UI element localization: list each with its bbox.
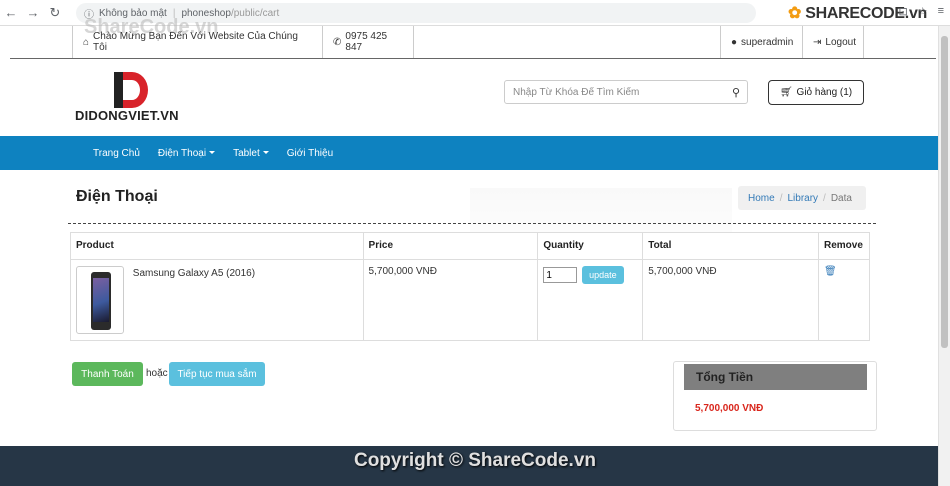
continue-shopping-button[interactable]: Tiếp tục mua sắm bbox=[169, 362, 265, 386]
search-icon[interactable]: ⚲ bbox=[725, 86, 747, 99]
order-total-panel: Tổng Tiền 5,700,000 VNĐ bbox=[673, 361, 877, 431]
remove-cell: 🗑︎ bbox=[817, 259, 871, 341]
top-info-bar: ⌂ Chào Mừng Bạn Đến Với Website Của Chún… bbox=[0, 26, 938, 58]
nav-item-about[interactable]: Giới Thiệu bbox=[278, 148, 342, 159]
column-header: Remove bbox=[817, 232, 871, 260]
leaf-icon: ✿ bbox=[788, 5, 806, 22]
main-navbar: Trang Chủ Điện Thoại Tablet Giới Thiệu bbox=[0, 136, 938, 170]
column-header: Price bbox=[362, 232, 539, 260]
cart-table: Product Price Quantity Total Remove Sams… bbox=[70, 232, 871, 341]
home-icon: ⌂ bbox=[83, 36, 90, 48]
divider bbox=[10, 58, 936, 59]
translate-icon[interactable]: ⊡ bbox=[898, 5, 907, 18]
logout-icon: ⇥ bbox=[813, 36, 822, 48]
star-icon[interactable]: ☆ bbox=[918, 5, 928, 18]
nav-label: Tablet bbox=[233, 147, 260, 159]
or-text: hoặc bbox=[146, 368, 168, 379]
url-path: /public/cart bbox=[230, 7, 280, 19]
caret-down-icon bbox=[262, 151, 269, 155]
cart-button[interactable]: 🛒︎ Giỏ hàng (1) bbox=[768, 80, 864, 105]
quantity-input[interactable] bbox=[543, 267, 578, 283]
nav-label: Trang Chủ bbox=[93, 147, 140, 159]
checkout-button[interactable]: Thanh Toán bbox=[72, 362, 143, 386]
forward-icon[interactable]: → bbox=[22, 5, 44, 20]
user-icon: ● bbox=[731, 36, 738, 48]
nav-item-phones[interactable]: Điện Thoại bbox=[149, 148, 224, 159]
logout-label: Logout bbox=[825, 36, 856, 48]
breadcrumb: Home / Library / Data bbox=[738, 186, 866, 210]
breadcrumb-data: Data bbox=[830, 192, 852, 204]
price-cell: 5,700,000 VNĐ bbox=[362, 259, 539, 341]
nav-item-tablet[interactable]: Tablet bbox=[224, 148, 278, 159]
table-header-row: Product Price Quantity Total Remove bbox=[70, 232, 871, 260]
breadcrumb-separator: / bbox=[779, 192, 783, 204]
welcome-text: Chào Mừng Bạn Đến Với Website Của Chúng … bbox=[93, 31, 298, 53]
logo-mark[interactable] bbox=[112, 72, 152, 108]
reload-icon[interactable]: ↻ bbox=[44, 5, 66, 21]
back-icon[interactable]: ← bbox=[0, 5, 22, 20]
phone-cell: ✆ 0975 425 847 bbox=[322, 26, 414, 58]
column-header: Quantity bbox=[537, 232, 644, 260]
cart-label: Giỏ hàng (1) bbox=[796, 87, 853, 98]
breadcrumb-library[interactable]: Library bbox=[787, 193, 818, 204]
total-cell: 5,700,000 VNĐ bbox=[642, 259, 819, 341]
total-heading: Tổng Tiền bbox=[684, 364, 867, 390]
phone-icon: ✆ bbox=[333, 36, 342, 48]
column-header: Total bbox=[642, 232, 819, 260]
nav-label: Điện Thoại bbox=[157, 147, 207, 159]
nav-item-home[interactable]: Trang Chủ bbox=[84, 148, 149, 159]
breadcrumb-separator: / bbox=[823, 192, 826, 204]
user-link[interactable]: ● superadmin bbox=[720, 26, 802, 58]
product-name[interactable]: Samsung Galaxy A5 (2016) bbox=[133, 268, 255, 279]
quantity-cell: update bbox=[537, 259, 644, 341]
logout-link[interactable]: ⇥ Logout bbox=[802, 26, 864, 58]
copyright-text: Copyright © ShareCode.vn bbox=[353, 450, 597, 471]
nav-label: Giới Thiệu bbox=[286, 147, 334, 159]
caret-down-icon bbox=[209, 151, 216, 155]
trash-icon[interactable]: 🗑︎ bbox=[824, 266, 837, 277]
breadcrumb-home[interactable]: Home bbox=[748, 193, 775, 204]
phone-number: 0975 425 847 bbox=[345, 31, 388, 53]
scrollbar-thumb[interactable] bbox=[941, 36, 948, 348]
product-thumbnail[interactable] bbox=[76, 266, 124, 334]
blurred-overlay bbox=[470, 188, 732, 232]
search-box: ⚲ bbox=[504, 80, 748, 104]
welcome-cell: ⌂ Chào Mừng Bạn Đến Với Website Của Chún… bbox=[72, 26, 322, 58]
page-title: Điện Thoại bbox=[76, 188, 158, 205]
menu-icon[interactable]: ≡ bbox=[938, 5, 944, 18]
logo-text[interactable]: DIDONGVIET.VN bbox=[75, 108, 179, 123]
product-cell: Samsung Galaxy A5 (2016) bbox=[70, 259, 364, 341]
cart-icon: 🛒︎ bbox=[779, 87, 793, 98]
table-row: Samsung Galaxy A5 (2016) 5,700,000 VNĐ u… bbox=[70, 259, 871, 341]
update-button[interactable]: update bbox=[582, 266, 624, 284]
total-value: 5,700,000 VNĐ bbox=[695, 403, 764, 414]
username: superadmin bbox=[741, 36, 794, 48]
phone-image bbox=[91, 272, 111, 330]
dashed-divider bbox=[68, 223, 876, 224]
column-header: Product bbox=[70, 232, 364, 260]
search-input[interactable] bbox=[505, 86, 725, 98]
